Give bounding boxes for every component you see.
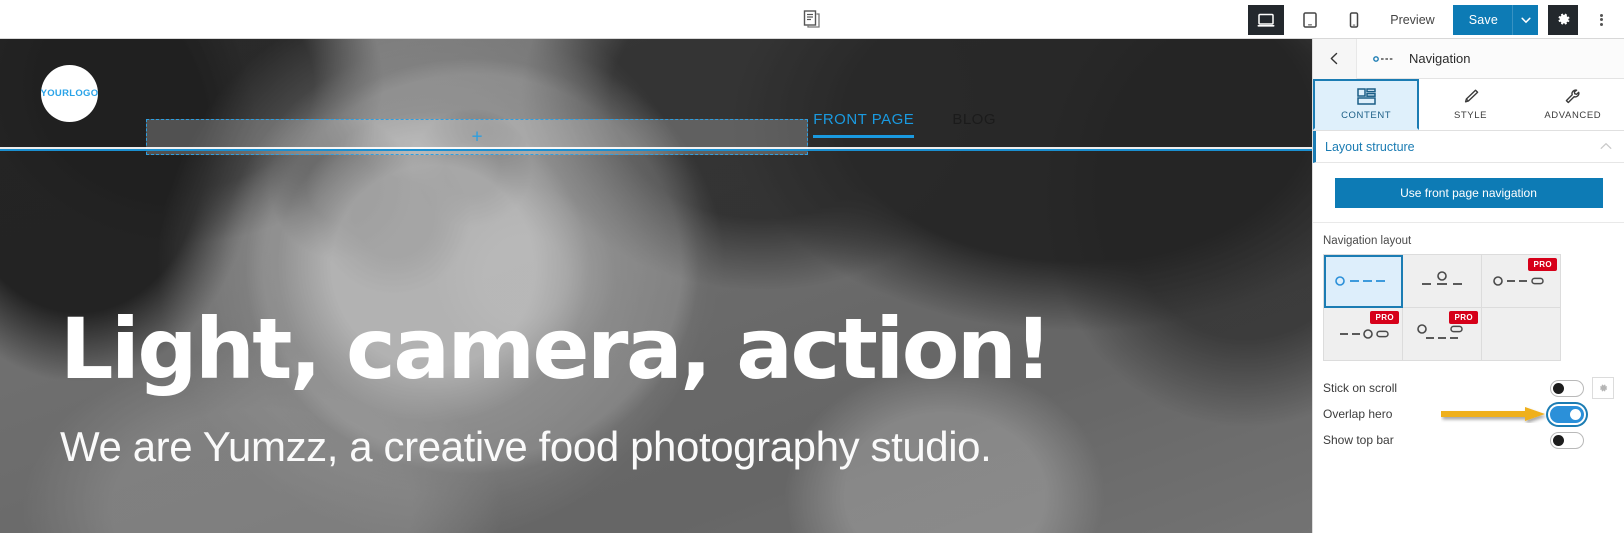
preview-button[interactable]: Preview: [1376, 5, 1448, 35]
layout-option-logo-left-menu-button-right[interactable]: PRO: [1482, 255, 1561, 308]
site-preview[interactable]: YOURLOGO + FRONT PAGE BLOG Light, camera…: [0, 39, 1312, 533]
navigation-layout-label: Navigation layout: [1323, 235, 1412, 247]
customizer-screen: Preview Save YOURLOGO + FRONT PAGE BLOG …: [0, 0, 1624, 533]
use-front-page-navigation-button[interactable]: Use front page navigation: [1334, 178, 1603, 208]
hero-subtitle: We are Yumzz, a creative food photograph…: [60, 422, 992, 470]
site-navigation: YOURLOGO + FRONT PAGE BLOG: [0, 39, 1312, 155]
nav-link-front-page[interactable]: FRONT PAGE: [813, 111, 914, 146]
accordion-layout-structure-label: Layout structure: [1325, 139, 1415, 154]
navigation-icon: [1373, 54, 1395, 64]
pages-icon: [803, 10, 820, 28]
layout-preview-icon: [1422, 271, 1462, 285]
chevron-left-icon: [1330, 52, 1338, 65]
toolbar-right-group: Preview Save: [1244, 0, 1616, 39]
top-toolbar: Preview Save: [0, 0, 1624, 39]
tab-style[interactable]: STYLE: [1419, 79, 1522, 130]
hero-section-divider: [0, 147, 1312, 152]
setting-overlap-hero-label: Overlap hero: [1323, 407, 1393, 421]
tab-content[interactable]: CONTENT: [1313, 79, 1420, 130]
setting-show-top-bar: Show top bar: [1323, 427, 1614, 453]
gear-icon: [1557, 13, 1570, 25]
pages-button[interactable]: [802, 9, 822, 29]
setting-stick-on-scroll-label: Stick on scroll: [1323, 381, 1398, 395]
show-top-bar-toggle[interactable]: [1550, 431, 1584, 449]
save-button[interactable]: Save: [1452, 4, 1538, 35]
layout-preview-icon: [1417, 324, 1463, 339]
stick-on-scroll-settings-button[interactable]: [1592, 377, 1614, 399]
nav-menu: FRONT PAGE BLOG: [813, 111, 1312, 146]
device-desktop-button[interactable]: [1248, 4, 1285, 35]
device-tablet-button[interactable]: [1292, 5, 1328, 35]
tab-style-label: STYLE: [1453, 110, 1488, 121]
site-logo[interactable]: YOURLOGO: [41, 65, 98, 122]
layout-option-logo-left-menu-below[interactable]: PRO: [1403, 308, 1482, 361]
pro-badge: PRO: [1370, 311, 1399, 324]
panel-title: Navigation: [1409, 51, 1471, 66]
desktop-icon: [1257, 13, 1275, 27]
chevron-down-icon: [1520, 17, 1531, 23]
setting-overlap-hero: Overlap hero: [1323, 401, 1614, 427]
device-mobile-button[interactable]: [1336, 5, 1372, 35]
tablet-icon: [1303, 11, 1317, 28]
panel-tabs: CONTENT STYLE ADVANCED: [1313, 79, 1624, 131]
panel-body: Use front page navigation Navigation lay…: [1313, 178, 1624, 453]
save-dropdown-button[interactable]: [1512, 4, 1538, 35]
accordion-layout-structure[interactable]: Layout structure: [1313, 131, 1624, 163]
save-button-label: Save: [1468, 12, 1498, 27]
wrench-icon: [1566, 89, 1580, 104]
gear-icon: [1600, 384, 1608, 392]
layout-option-logo-left-menu-right[interactable]: [1324, 255, 1403, 308]
layout-option-menu-left-logo-button-right[interactable]: PRO: [1324, 308, 1403, 361]
tab-content-label: CONTENT: [1341, 110, 1392, 121]
mobile-icon: [1349, 11, 1359, 28]
layout-option-logo-center-menu-split[interactable]: [1403, 255, 1482, 308]
divider: [1313, 222, 1624, 223]
nav-link-blog[interactable]: BLOG: [952, 111, 996, 136]
layout-option-empty: [1482, 308, 1561, 361]
panel-back-button[interactable]: [1313, 39, 1357, 79]
layout-preview-icon: [1493, 276, 1544, 286]
hero-title: Light, camera, action!: [60, 300, 1053, 398]
settings-button[interactable]: [1548, 4, 1578, 35]
pro-badge: PRO: [1449, 311, 1478, 324]
overlap-hero-toggle[interactable]: [1550, 405, 1584, 423]
hero-content: Light, camera, action! We are Yumzz, a c…: [60, 300, 1240, 471]
more-vertical-icon: [1599, 12, 1603, 27]
site-logo-text: YOURLOGO: [40, 88, 99, 99]
layout-icon: [1356, 88, 1376, 105]
tab-advanced[interactable]: ADVANCED: [1521, 79, 1624, 130]
navigation-layout-grid: PRO PRO PRO: [1323, 254, 1561, 361]
tab-advanced-label: ADVANCED: [1544, 110, 1602, 121]
setting-stick-on-scroll: Stick on scroll: [1323, 375, 1614, 401]
layout-preview-icon: [1335, 276, 1385, 286]
more-options-button[interactable]: [1586, 5, 1616, 35]
chevron-up-icon: [1600, 141, 1612, 153]
pro-badge: PRO: [1528, 258, 1557, 271]
stick-on-scroll-toggle[interactable]: [1550, 379, 1584, 397]
settings-panel: Navigation CONTENT STYLE ADVANCED Layout…: [1312, 39, 1624, 533]
brush-icon: [1464, 89, 1479, 103]
add-block-icon[interactable]: +: [471, 128, 482, 147]
layout-preview-icon: [1340, 329, 1389, 339]
panel-header: Navigation: [1313, 39, 1624, 79]
setting-show-top-bar-label: Show top bar: [1323, 433, 1394, 447]
